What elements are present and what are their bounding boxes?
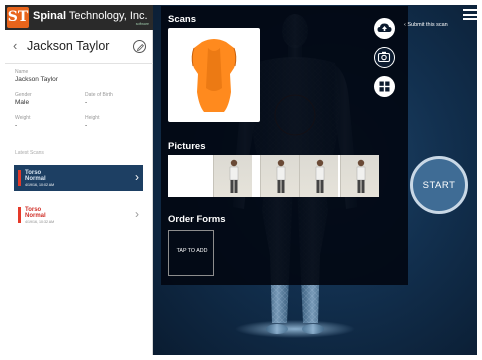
chevron-right-icon: › — [135, 170, 139, 184]
chevron-left-icon: ‹ — [404, 22, 406, 28]
company-name: Spinal Technology, Inc. — [33, 10, 148, 22]
photo-thumbnail[interactable] — [213, 155, 252, 197]
gender-value: Male — [15, 99, 30, 106]
photo-thumbnail[interactable] — [260, 155, 299, 197]
scan-date: 4/19/16, 10:02 AM — [25, 183, 55, 187]
height-value: - — [85, 122, 88, 129]
patient-name-title: Jackson Taylor — [27, 39, 110, 53]
add-order-form-button[interactable]: TAP TO ADD — [168, 230, 214, 276]
photo-thumbnail[interactable] — [299, 155, 338, 197]
scan-result: Normal — [25, 213, 46, 219]
scan-result: Normal — [25, 176, 46, 182]
name-label: Name — [15, 69, 29, 75]
scan-list-item[interactable]: Torso Normal 4/19/16, 10:32 AM › — [14, 202, 143, 228]
pictures-heading: Pictures — [168, 141, 206, 152]
weight-label: Weight — [15, 115, 31, 121]
scan-status-marker — [18, 207, 21, 223]
scan-status-marker — [18, 170, 21, 186]
scan-list-item[interactable]: Torso Normal 4/19/16, 10:02 AM › — [14, 165, 143, 191]
torso-scan-model — [191, 39, 237, 112]
tap-to-add-label: TAP TO ADD — [176, 248, 208, 254]
dob-label: Date of Birth — [85, 92, 113, 98]
order-forms-heading: Order Forms — [168, 214, 226, 225]
submit-scan-label: Submit this scan — [407, 22, 448, 28]
patient-sidebar: ST Spinal Technology, Inc. software ‹ Ja… — [5, 5, 153, 355]
name-value: Jackson Taylor — [15, 76, 58, 83]
back-chevron-icon[interactable]: ‹ — [13, 39, 23, 53]
company-logo: ST — [7, 7, 29, 28]
grid-icon[interactable] — [374, 76, 395, 97]
hamburger-menu-icon[interactable] — [463, 9, 477, 20]
chevron-right-icon: › — [135, 207, 139, 221]
app-window: ST Spinal Technology, Inc. software ‹ Ja… — [5, 5, 477, 355]
scans-heading: Scans — [168, 14, 196, 25]
camera-icon[interactable] — [374, 47, 395, 68]
scan-date: 4/19/16, 10:32 AM — [25, 220, 55, 224]
height-label: Height — [85, 115, 100, 121]
edit-icon[interactable] — [133, 40, 146, 53]
brand-header: ST Spinal Technology, Inc. software — [5, 5, 153, 30]
weight-value: - — [15, 122, 18, 129]
company-subtitle: software — [135, 22, 149, 26]
photo-thumbnail[interactable] — [340, 155, 379, 197]
pictures-strip[interactable] — [168, 155, 379, 197]
upload-cloud-icon[interactable] — [374, 18, 395, 39]
gender-label: Gender — [15, 92, 32, 98]
start-label: START — [422, 180, 456, 191]
dob-value: - — [85, 99, 88, 106]
submit-scan-link[interactable]: ‹ Submit this scan — [404, 22, 448, 28]
latest-scans-label: Latest Scans — [15, 150, 44, 156]
scan-3d-thumbnail[interactable] — [168, 28, 260, 122]
patient-header: ‹ Jackson Taylor — [5, 30, 153, 64]
start-scan-button[interactable]: START — [410, 156, 468, 214]
